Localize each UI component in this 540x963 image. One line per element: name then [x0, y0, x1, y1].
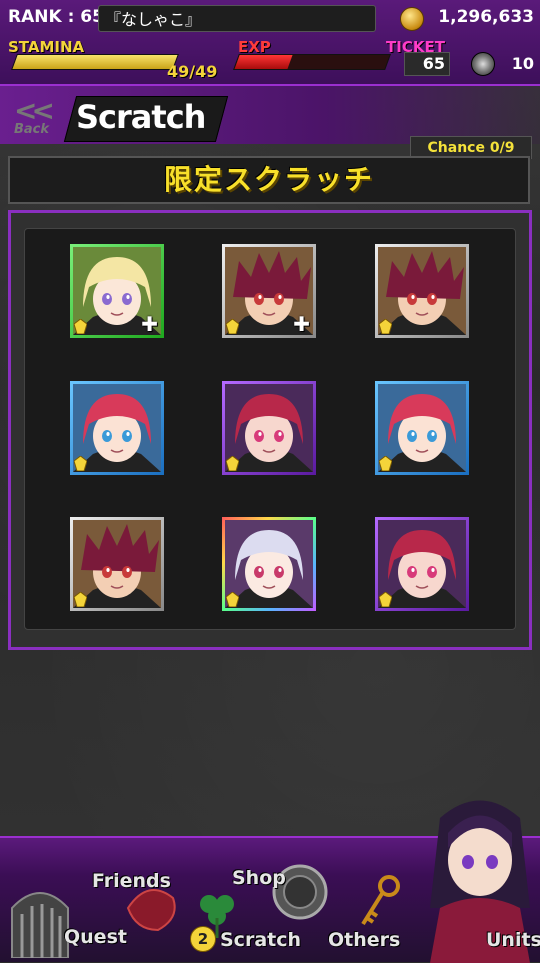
stamina-bar: [11, 54, 179, 70]
back-label: Back: [14, 122, 50, 137]
scratch-card[interactable]: [70, 517, 164, 611]
gate-icon: [11, 892, 69, 958]
key-icon: [361, 875, 400, 926]
rarity-icon: [379, 592, 392, 607]
rarity-icon: [74, 456, 87, 471]
nav-shop[interactable]: Shop: [232, 867, 286, 889]
stamina-value: 49/49: [167, 62, 218, 81]
coin-icon: [400, 7, 424, 31]
scratch-card[interactable]: [70, 381, 164, 475]
plus-icon: ✚: [141, 312, 158, 336]
scratch-card[interactable]: ✚: [70, 244, 164, 338]
coin-count: 1,296,633: [438, 7, 534, 27]
gem-count: 10: [511, 54, 534, 73]
scratch-card[interactable]: [375, 517, 469, 611]
scratch-card[interactable]: [222, 381, 316, 475]
plus-icon: ✚: [293, 312, 310, 336]
back-button[interactable]: << Back: [10, 94, 60, 140]
nav-others[interactable]: Others: [328, 929, 400, 951]
banner-title: 限定スクラッチ: [163, 163, 374, 196]
rarity-icon: [226, 319, 239, 334]
rarity-icon: [226, 456, 239, 471]
exp-bar-fill: [234, 55, 293, 69]
rarity-icon: [226, 592, 239, 607]
scratch-card[interactable]: ✚: [222, 244, 316, 338]
exp-bar: [233, 54, 391, 70]
scratch-card[interactable]: [375, 381, 469, 475]
rarity-icon: [379, 319, 392, 334]
scratch-card[interactable]: [222, 517, 316, 611]
nav-friends[interactable]: Friends: [92, 870, 171, 892]
nav-units[interactable]: Units: [486, 929, 540, 951]
ticket-count: 65: [404, 52, 450, 76]
stamina-bar-fill: [12, 55, 178, 69]
page-title: Scratch: [76, 98, 206, 136]
scratch-badge: 2: [190, 926, 216, 952]
nav-quest[interactable]: Quest: [64, 926, 127, 948]
scratch-banner: 限定スクラッチ: [8, 156, 530, 204]
nav-scratch[interactable]: Scratch: [220, 929, 301, 951]
player-name[interactable]: 『なしゃこ』: [98, 5, 376, 32]
scratch-card[interactable]: [375, 244, 469, 338]
gem-icon: [471, 52, 495, 76]
rarity-icon: [74, 592, 87, 607]
rank-label: RANK : 65: [8, 7, 104, 27]
rarity-icon: [74, 319, 87, 334]
rarity-icon: [379, 456, 392, 471]
